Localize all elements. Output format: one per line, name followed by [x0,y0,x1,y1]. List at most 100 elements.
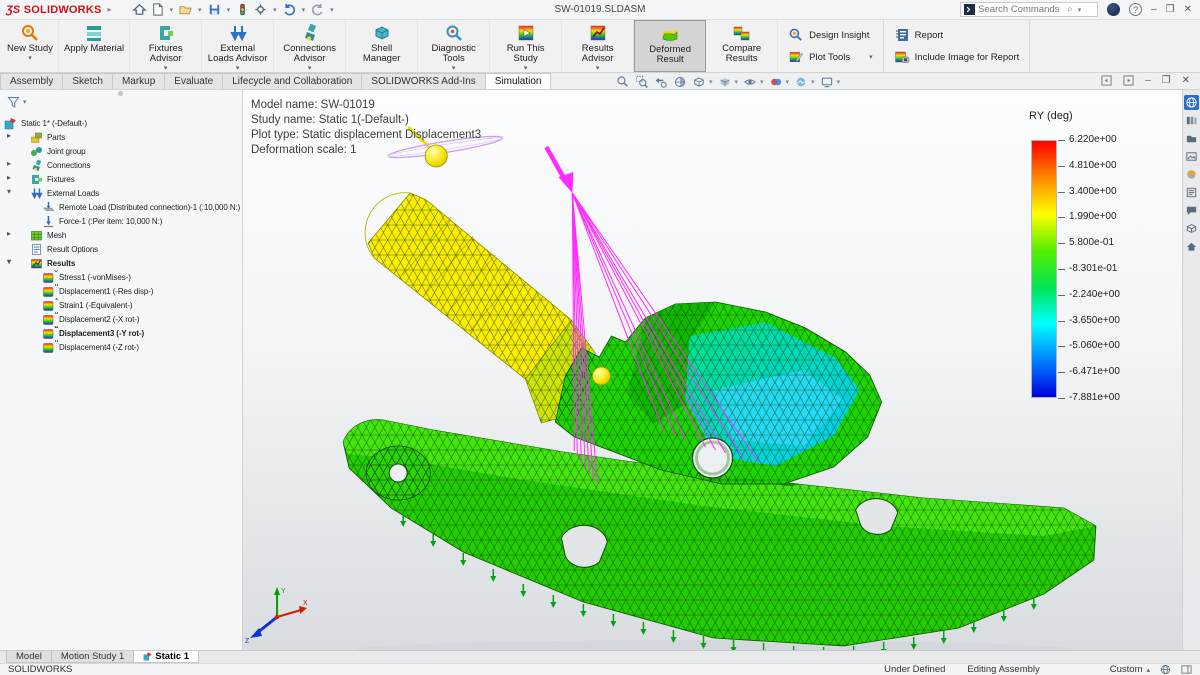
view-settings-icon[interactable] [820,75,834,89]
save-icon[interactable] [207,2,222,17]
ribbon-button-apply-material[interactable]: Apply Material [59,20,130,72]
home-icon[interactable] [132,2,147,17]
zoom-area-icon[interactable] [635,75,649,89]
tree-item-connections[interactable]: ▸Connections [0,158,242,172]
tree-item-strain1[interactable]: εStrain1 (-Equivalent-) [0,298,242,312]
tree-item-parts[interactable]: ▸Parts [0,130,242,144]
collapse-arrow-icon[interactable]: ▸ [7,229,11,238]
forum-icon[interactable] [1184,203,1199,218]
undo-icon[interactable] [282,2,297,17]
pane-left-icon[interactable] [1101,75,1112,86]
previous-view-icon[interactable] [654,75,668,89]
logo-flyout-icon[interactable]: ▸ [108,5,112,14]
ribbon-button-deformed-result[interactable]: Deformed Result [634,20,706,72]
expand-arrow-icon[interactable]: ▾ [7,257,11,266]
dropdown-caret-icon[interactable]: ▾ [786,78,790,86]
tree-item-joint-group[interactable]: Joint group [0,144,242,158]
magnifier-icon[interactable]: ⌕ [1067,4,1073,15]
tree-item-displacement4[interactable]: uDisplacement4 (-Z rot-) [0,340,242,354]
tree-item-displacement2[interactable]: uDisplacement2 (-X rot-) [0,312,242,326]
ribbon-button-design-insight[interactable]: Design Insight [788,27,873,43]
tree-item-stress1[interactable]: σStress1 (-vonMises-) [0,270,242,284]
tree-item-results[interactable]: ▾Results [0,256,242,270]
tree-item-displacement1[interactable]: uDisplacement1 (-Res disp-) [0,284,242,298]
view-palette-icon[interactable] [1184,149,1199,164]
design-library-icon[interactable] [1184,113,1199,128]
filter-caret-icon[interactable]: ▾ [23,98,27,106]
search-input[interactable] [978,4,1064,15]
dropdown-caret-icon[interactable]: ▾ [760,78,764,86]
tab-evaluate[interactable]: Evaluate [164,73,223,89]
collapse-arrow-icon[interactable]: ▸ [7,159,11,168]
ribbon-button-compare-results[interactable]: Compare Results [706,20,778,72]
pane-right-icon[interactable] [1123,75,1134,86]
search-box[interactable]: ⌕ ▾ [960,2,1098,17]
file-explorer-icon[interactable] [1184,131,1199,146]
dropdown-caret-icon[interactable]: ▾ [869,53,873,61]
custom-properties-icon[interactable] [1184,185,1199,200]
edit-appearance-icon[interactable] [769,75,783,89]
tab-simulation[interactable]: Simulation [485,73,552,89]
collapse-arrow-icon[interactable]: ▸ [7,131,11,140]
tab-markup[interactable]: Markup [112,73,165,89]
ribbon-button-plot-tools[interactable]: Plot Tools▾ [788,49,873,65]
apply-scene-icon[interactable] [794,75,808,89]
tree-item-remote-load[interactable]: Remote Load (Distributed connection)-1 (… [0,200,242,214]
tree-item-displacement3[interactable]: uDisplacement3 (-Y rot-) [0,326,242,340]
close-button[interactable]: ✕ [1184,5,1192,15]
tab-lifecycle-and-collaboration[interactable]: Lifecycle and Collaboration [222,73,362,89]
ribbon-button-new-study[interactable]: New Study▾ [2,20,59,72]
ribbon-button-external-loads-advisor[interactable]: External Loads Advisor▾ [202,20,274,72]
doc-tab-motion-study-1[interactable]: Motion Study 1 [51,651,134,663]
hide-show-items-icon[interactable] [743,75,757,89]
minimize-button[interactable]: – [1151,5,1157,15]
tree-item-result-options[interactable]: Result Options [0,242,242,256]
status-panel-icon[interactable] [1181,664,1192,675]
dropdown-caret-icon[interactable]: ▾ [273,6,277,14]
section-view-icon[interactable] [673,75,687,89]
ribbon-button-run-this-study[interactable]: Run This Study▾ [490,20,562,72]
tab-assembly[interactable]: Assembly [0,73,63,89]
doc-tab-static-1[interactable]: Static 1 [133,651,199,663]
dropdown-caret-icon[interactable]: ▾ [811,78,815,86]
ribbon-button-diagnostic-tools[interactable]: Diagnostic Tools▾ [418,20,490,72]
options-icon[interactable] [253,2,268,17]
restore-button[interactable]: ❐ [1166,5,1175,15]
panel-splitter-handle[interactable] [118,91,123,96]
doc-tab-model[interactable]: Model [6,651,52,663]
collapse-arrow-icon[interactable]: ▸ [7,173,11,182]
search-caret-icon[interactable]: ▾ [1078,6,1082,14]
tree-item-mesh[interactable]: ▸Mesh [0,228,242,242]
user-avatar[interactable] [1107,3,1120,16]
expand-arrow-icon[interactable]: ▾ [7,187,11,196]
home-taskpane-icon[interactable] [1184,239,1199,254]
ribbon-button-include-image-for-report[interactable]: Include Image for Report [894,49,1020,65]
solidworks-rx-icon[interactable] [235,2,250,17]
dropdown-caret-icon[interactable]: ▾ [837,78,841,86]
display-style-icon[interactable] [718,75,732,89]
dropdown-caret-icon[interactable]: ▾ [227,6,231,14]
dropdown-caret-icon[interactable]: ▾ [735,78,739,86]
dropdown-caret-icon[interactable]: ▾ [170,6,174,14]
open-icon[interactable] [178,2,193,17]
new-document-icon[interactable] [150,2,165,17]
tree-item-external-loads[interactable]: ▾External Loads [0,186,242,200]
help-button[interactable]: ? [1129,3,1142,16]
tree-item-force-1[interactable]: Force-1 (:Per item: 10,000 N:) [0,214,242,228]
doc-minimize-icon[interactable]: – [1145,75,1151,86]
solidworks-resources-icon[interactable] [1184,95,1199,110]
ribbon-button-report[interactable]: Report [894,27,1020,43]
redo-icon[interactable] [310,2,325,17]
ribbon-button-connections-advisor[interactable]: Connections Advisor▾ [274,20,346,72]
view-orientation-icon[interactable] [692,75,706,89]
dropdown-caret-icon[interactable]: ▾ [198,6,202,14]
tree-item-static-1[interactable]: Static 1* (-Default-) [0,116,242,130]
dropdown-caret-icon[interactable]: ▾ [302,6,306,14]
doc-close-icon[interactable]: ✕ [1182,75,1190,86]
dropdown-caret-icon[interactable]: ▾ [330,6,334,14]
ribbon-button-fixtures-advisor[interactable]: Fixtures Advisor▾ [130,20,202,72]
tab-solidworks-add-ins[interactable]: SOLIDWORKS Add-Ins [361,73,485,89]
3d-content-icon[interactable] [1184,221,1199,236]
appearances-icon[interactable] [1184,167,1199,182]
status-units-selector[interactable]: Custom▴ [1110,664,1150,675]
